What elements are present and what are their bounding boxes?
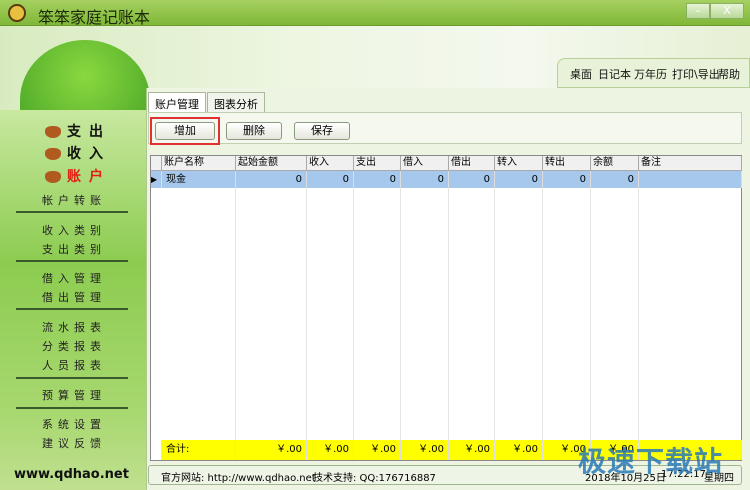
divider <box>16 407 128 409</box>
row-header-corner <box>151 156 162 171</box>
column-header-start[interactable]: 起始金额 <box>236 156 307 171</box>
menu-print-export[interactable]: 打印\导出 <box>672 66 720 82</box>
divider <box>16 308 128 310</box>
website-label: www.qdhao.net <box>14 467 129 482</box>
nav-transfer[interactable]: 帐户转账 <box>0 192 148 208</box>
cell-lend-out[interactable]: 0 <box>449 171 495 188</box>
menu-diary[interactable]: 日记本 <box>598 66 631 82</box>
nav-label: 收入 <box>67 146 111 162</box>
total-borrow-in: ￥.00 <box>401 440 449 460</box>
minimize-button[interactable]: – <box>686 3 710 19</box>
butterfly-icon <box>45 171 61 183</box>
tab-chart-analysis[interactable]: 图表分析 <box>207 92 265 112</box>
nav-borrow-in[interactable]: 借入管理 <box>0 270 148 286</box>
cell-expense[interactable]: 0 <box>354 171 401 188</box>
watermark: 极速下载站 <box>578 445 724 478</box>
grid-line <box>306 188 307 440</box>
nav-label: 账户 <box>67 169 111 185</box>
app-logo-icon <box>8 4 26 22</box>
nav-expense[interactable]: 支出 <box>45 121 111 141</box>
grid-line <box>638 188 639 440</box>
nav-expense-category[interactable]: 支出类别 <box>0 241 148 257</box>
column-header-borrow-in[interactable]: 借入 <box>401 156 449 171</box>
cell-note[interactable] <box>639 171 742 188</box>
nav-category-report[interactable]: 分类报表 <box>0 338 148 354</box>
total-start: ￥.00 <box>236 440 307 460</box>
cell-borrow-in[interactable]: 0 <box>401 171 449 188</box>
column-header-name[interactable]: 账户名称 <box>162 156 236 171</box>
save-button[interactable]: 保存 <box>294 122 350 140</box>
column-header-transfer-in[interactable]: 转入 <box>495 156 543 171</box>
grid-line <box>590 188 591 440</box>
grid-line <box>494 188 495 440</box>
column-header-transfer-out[interactable]: 转出 <box>543 156 591 171</box>
nav-member-report[interactable]: 人员报表 <box>0 357 148 373</box>
nav-income-category[interactable]: 收入类别 <box>0 222 148 238</box>
divider <box>16 211 128 213</box>
total-expense: ￥.00 <box>354 440 401 460</box>
cell-balance[interactable]: 0 <box>591 171 639 188</box>
nav-flow-report[interactable]: 流水报表 <box>0 319 148 335</box>
menu-desktop[interactable]: 桌面 <box>570 66 592 82</box>
nav-feedback[interactable]: 建议反馈 <box>0 435 148 451</box>
cell-start[interactable]: 0 <box>236 171 307 188</box>
total-income: ￥.00 <box>307 440 354 460</box>
current-row-indicator-icon: ▶ <box>151 171 162 188</box>
column-header-balance[interactable]: 余额 <box>591 156 639 171</box>
column-header-income[interactable]: 收入 <box>307 156 354 171</box>
grid-line <box>448 188 449 440</box>
window-title: 笨笨家庭记账本 <box>38 8 151 27</box>
menu-calendar[interactable]: 万年历 <box>634 66 667 82</box>
column-header-lend-out[interactable]: 借出 <box>449 156 495 171</box>
grid-line <box>400 188 401 440</box>
grid-line <box>542 188 543 440</box>
cell-transfer-out[interactable]: 0 <box>543 171 591 188</box>
butterfly-icon <box>45 148 61 160</box>
website-link[interactable]: 官方网站: http://www.qdhao.net <box>161 469 316 484</box>
nav-income[interactable]: 收入 <box>45 143 111 163</box>
cell-transfer-in[interactable]: 0 <box>495 171 543 188</box>
nav-label: 支出 <box>67 124 111 140</box>
nav-budget[interactable]: 预算管理 <box>0 387 148 403</box>
cell-name[interactable]: 现金 <box>162 171 236 188</box>
menu-help[interactable]: 帮助 <box>718 66 740 82</box>
total-lend-out: ￥.00 <box>449 440 495 460</box>
total-name: 合计: <box>162 440 236 460</box>
divider <box>16 377 128 379</box>
table-row[interactable]: ▶ 现金 0 0 0 0 0 0 0 0 <box>151 171 742 188</box>
grid-line <box>353 188 354 440</box>
nav-lend-out[interactable]: 借出管理 <box>0 289 148 305</box>
divider <box>16 260 128 262</box>
cell-income[interactable]: 0 <box>307 171 354 188</box>
nav-settings[interactable]: 系统设置 <box>0 416 148 432</box>
close-button[interactable]: X <box>710 3 744 19</box>
butterfly-icon <box>45 126 61 138</box>
nav-account[interactable]: 账户 <box>45 166 111 186</box>
add-button[interactable]: 增加 <box>155 122 215 140</box>
grid-line <box>235 188 236 440</box>
title-bar: 笨笨家庭记账本 – X <box>0 0 750 27</box>
column-header-note[interactable]: 备注 <box>639 156 742 171</box>
support-info: 技术支持: QQ:176716887 <box>313 473 436 484</box>
tab-account-management[interactable]: 账户管理 <box>148 92 206 112</box>
accounts-table: 账户名称 起始金额 收入 支出 借入 借出 转入 转出 余额 备注 ▶ 现金 0 0 0 0 0 0 0 0 合计:… <box>150 155 742 461</box>
total-transfer-in: ￥.00 <box>495 440 543 460</box>
column-header-expense[interactable]: 支出 <box>354 156 401 171</box>
delete-button[interactable]: 删除 <box>226 122 282 140</box>
